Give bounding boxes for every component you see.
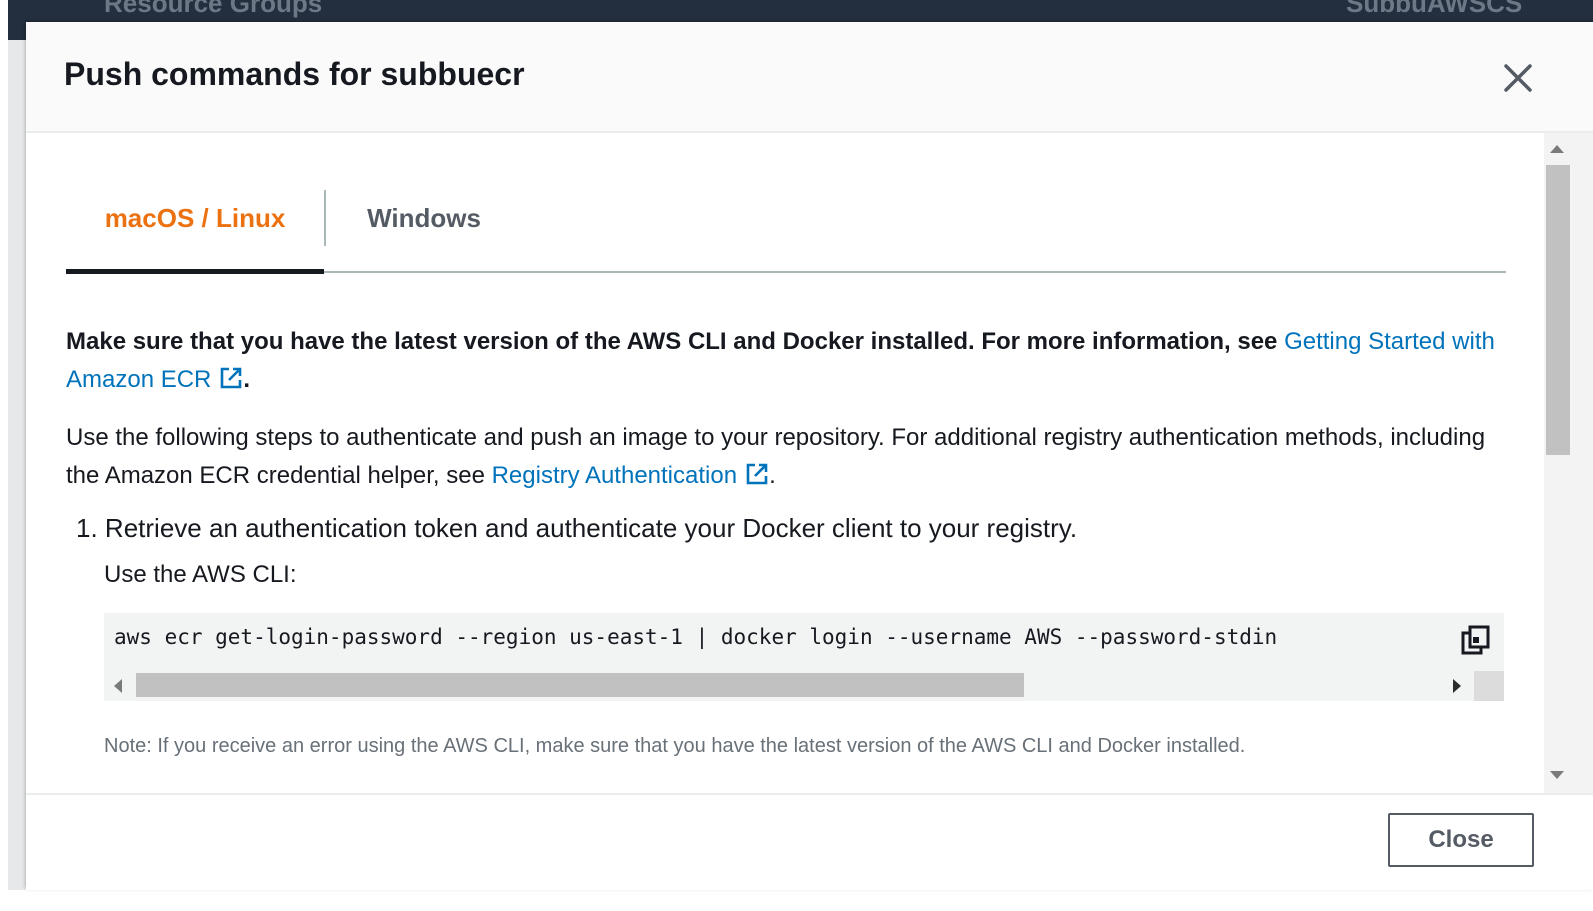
modal-body: macOS / Linux Windows Make sure that you… bbox=[26, 133, 1544, 793]
active-tab-indicator bbox=[66, 269, 324, 274]
vertical-scroll-thumb[interactable] bbox=[1546, 165, 1570, 455]
prerequisite-text: Make sure that you have the latest versi… bbox=[66, 323, 1506, 399]
external-link-icon bbox=[745, 460, 769, 485]
prerequisite-bold-text: Make sure that you have the latest versi… bbox=[66, 328, 1285, 355]
copy-icon[interactable] bbox=[1460, 623, 1494, 657]
background-strip bbox=[8, 40, 26, 890]
steps-intro-text: Use the following steps to authenticate … bbox=[66, 419, 1506, 495]
steps-intro-period: . bbox=[769, 462, 776, 489]
horizontal-scroll-thumb[interactable] bbox=[136, 673, 1024, 697]
scroll-right-arrow-icon[interactable] bbox=[1453, 679, 1461, 693]
scroll-left-arrow-icon[interactable] bbox=[114, 679, 122, 693]
background-account-text: SubbuAWSCS bbox=[1346, 0, 1523, 18]
registry-authentication-link-text: Registry Authentication bbox=[491, 462, 738, 489]
step-1-number: 1. bbox=[76, 513, 98, 543]
step-1: 1. Retrieve an authentication token and … bbox=[76, 513, 1077, 544]
push-commands-modal: Push commands for subbuecr macOS / Linux… bbox=[26, 22, 1593, 890]
scroll-down-arrow-icon[interactable] bbox=[1550, 771, 1564, 779]
tab-macos-linux[interactable]: macOS / Linux bbox=[66, 183, 324, 253]
horizontal-scrollbar[interactable] bbox=[104, 671, 1504, 701]
cli-note: Note: If you receive an error using the … bbox=[104, 735, 1246, 757]
modal-title: Push commands for subbuecr bbox=[64, 56, 525, 92]
command-code-block: aws ecr get-login-password --region us-e… bbox=[104, 613, 1504, 701]
registry-authentication-link[interactable]: Registry Authentication bbox=[492, 462, 769, 489]
step-1-text: Retrieve an authentication token and aut… bbox=[104, 513, 1078, 543]
tab-windows[interactable]: Windows bbox=[326, 183, 522, 253]
external-link-icon bbox=[219, 364, 243, 389]
os-tabs: macOS / Linux Windows bbox=[66, 183, 1506, 275]
scrollbar-corner bbox=[1474, 671, 1504, 701]
step-1-subheading: Use the AWS CLI: bbox=[104, 561, 297, 588]
scroll-up-arrow-icon[interactable] bbox=[1550, 145, 1564, 153]
login-command: aws ecr get-login-password --region us-e… bbox=[114, 625, 1278, 649]
close-button[interactable]: Close bbox=[1388, 813, 1534, 867]
modal-header: Push commands for subbuecr bbox=[26, 22, 1593, 133]
modal-footer: Close bbox=[26, 793, 1593, 890]
background-resource-groups-text: Resource Groups bbox=[104, 0, 323, 18]
prerequisite-period: . bbox=[243, 366, 251, 393]
close-icon[interactable] bbox=[1498, 58, 1538, 98]
vertical-scrollbar[interactable] bbox=[1544, 133, 1593, 793]
